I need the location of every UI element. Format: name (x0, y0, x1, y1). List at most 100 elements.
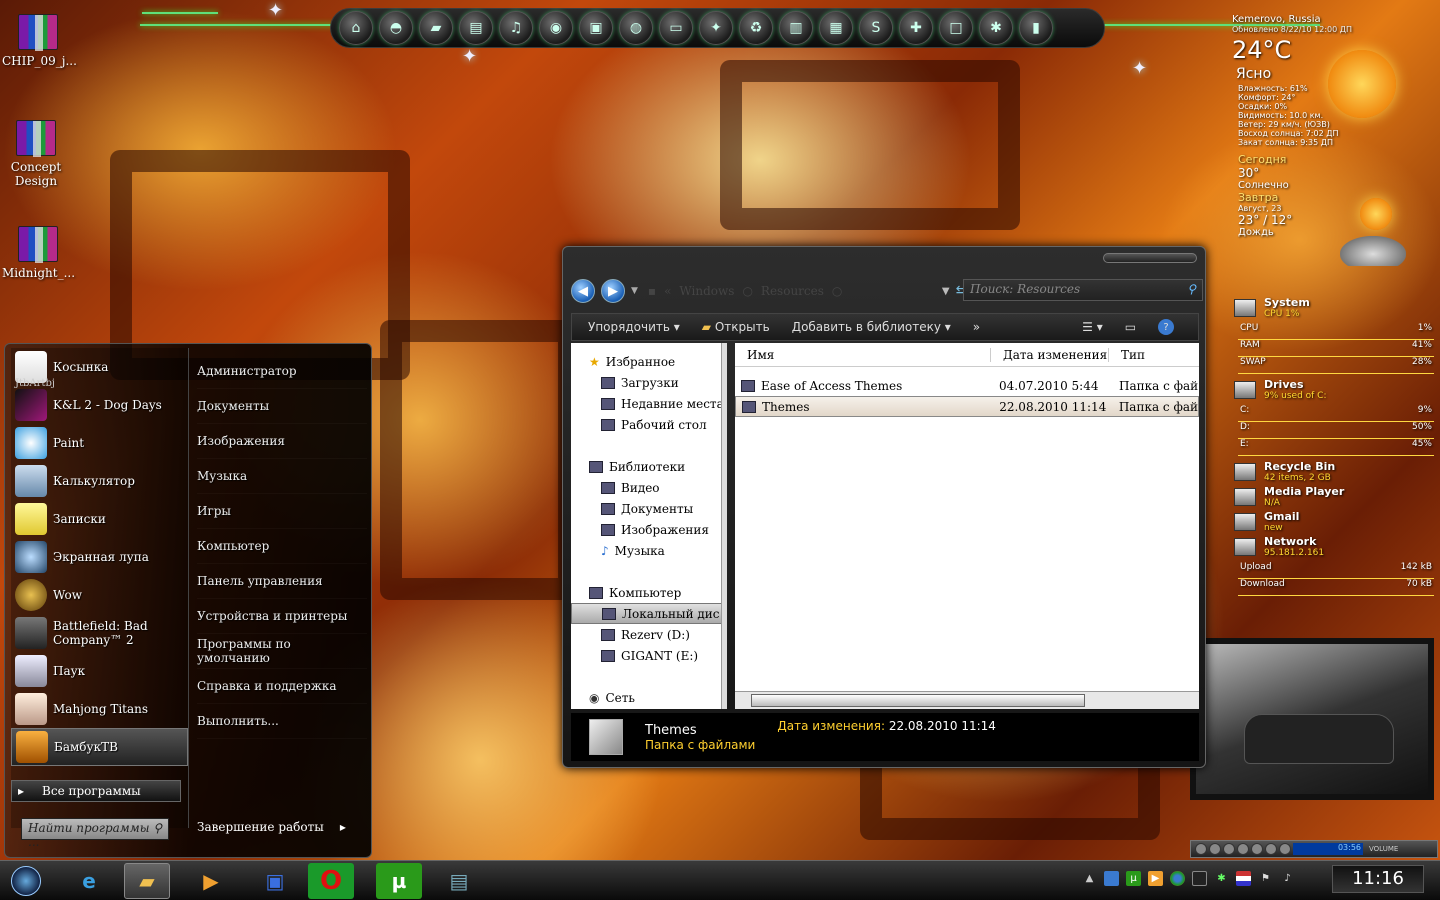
desktop-icon-concept-design[interactable]: Concept Design (0, 120, 72, 188)
volume-label[interactable]: VOLUME (1369, 845, 1398, 853)
start-item-computer[interactable]: Компьютер (197, 529, 367, 564)
nav-video[interactable]: Видео (571, 477, 727, 498)
taskbar-save[interactable]: ▣ (252, 863, 298, 899)
start-item-documents[interactable]: Документы (197, 389, 367, 424)
shuffle-button[interactable] (1265, 843, 1277, 855)
nav-local-disk[interactable]: Локальный дис (571, 603, 727, 624)
address-dropdown-icon[interactable]: ▼ (942, 286, 950, 297)
start-item-devices[interactable]: Устройства и принтеры (197, 599, 367, 634)
horizontal-scrollbar[interactable] (735, 691, 1199, 709)
nav-libraries[interactable]: Библиотеки (571, 456, 727, 477)
view-options-icon[interactable]: ☰ ▾ (1082, 320, 1103, 334)
column-name[interactable]: Имя (735, 347, 991, 362)
address-bar[interactable]: ▪ « Windows ○ Resources ○ (644, 280, 884, 302)
dock-disc-icon[interactable]: ◉ (539, 11, 573, 45)
nav-music[interactable]: ♪ Музыка (571, 540, 727, 561)
start-item-pictures[interactable]: Изображения (197, 424, 367, 459)
open-button[interactable]: ▰ Открыть (702, 320, 770, 334)
window-controls[interactable] (1103, 253, 1197, 263)
start-search-input[interactable]: Найти программы ... ⚲ (21, 818, 169, 849)
stop-button[interactable] (1237, 843, 1249, 855)
breadcrumb-windows[interactable]: Windows (679, 284, 734, 298)
dock-butterfly-icon[interactable]: ✦ (699, 11, 733, 45)
prev-button[interactable] (1195, 843, 1207, 855)
dock-film-icon[interactable]: ▦ (819, 11, 853, 45)
nav-rezerv[interactable]: Rezerv (D:) (571, 624, 727, 645)
add-to-library-button[interactable]: Добавить в библиотеку ▾ (792, 320, 951, 334)
start-item-run[interactable]: Выполнить... (197, 704, 367, 739)
taskbar-app[interactable]: ▤ (436, 863, 482, 899)
nav-network[interactable]: ◉ Сеть (571, 687, 727, 708)
dock-gear-icon[interactable]: ✱ (979, 11, 1013, 45)
all-programs-button[interactable]: ▸ Все программы (11, 780, 181, 802)
tray-action-center-icon[interactable]: ⚑ (1258, 871, 1273, 886)
start-item-games[interactable]: Игры (197, 494, 367, 529)
preview-pane-icon[interactable]: ▭ (1125, 320, 1136, 334)
start-item-control-panel[interactable]: Панель управления (197, 564, 367, 599)
help-icon[interactable]: ? (1158, 319, 1175, 335)
tray-app-icon[interactable] (1192, 871, 1207, 886)
nav-scrollbar[interactable] (721, 343, 727, 709)
program-bambuktv[interactable]: БамбукТВ (11, 728, 188, 766)
explorer-search-input[interactable]: Поиск: Resources ⚲ (963, 279, 1203, 301)
tray-expand-icon[interactable]: ▲ (1082, 871, 1097, 886)
taskbar-opera[interactable]: O (308, 863, 354, 899)
dock-folder-icon[interactable]: ▰ (419, 11, 453, 45)
program-mahjong[interactable]: Mahjong Titans (11, 690, 188, 728)
nav-downloads[interactable]: Загрузки (571, 372, 727, 393)
dock-globe-icon[interactable]: ◍ (619, 11, 653, 45)
nav-recent[interactable]: Недавние места (571, 393, 727, 414)
column-type[interactable]: Тип (1109, 348, 1145, 362)
start-orb[interactable] (4, 863, 48, 899)
nav-gigant[interactable]: GIGANT (E:) (571, 645, 727, 666)
dock-skype-icon[interactable]: S (859, 11, 893, 45)
scrollbar-thumb[interactable] (751, 694, 1085, 707)
dock-building-icon[interactable]: ▥ (779, 11, 813, 45)
tray-chrome-icon[interactable] (1170, 871, 1185, 886)
tray-language-icon[interactable] (1236, 871, 1251, 886)
tray-gear-icon[interactable]: ✱ (1214, 871, 1229, 886)
start-item-help[interactable]: Справка и поддержка (197, 669, 367, 704)
next-button[interactable] (1251, 843, 1263, 855)
taskbar-ie[interactable]: e (66, 863, 112, 899)
shutdown-button[interactable]: Завершение работы ▸ (197, 820, 346, 834)
forward-button[interactable]: ▶ (601, 279, 625, 303)
program-sticky-notes[interactable]: Записки (11, 500, 188, 538)
pause-button[interactable] (1223, 843, 1235, 855)
photo-slideshow-gadget[interactable] (1190, 638, 1434, 800)
more-commands-button[interactable]: » (973, 320, 980, 334)
play-button[interactable] (1209, 843, 1221, 855)
dock-battery-icon[interactable]: ▮ (1019, 11, 1053, 45)
program-paint[interactable]: Paint (11, 424, 188, 462)
dock-music-icon[interactable]: ♫ (499, 11, 533, 45)
dock-recycle-icon[interactable]: ♻ (739, 11, 773, 45)
program-wow[interactable]: Wow (11, 576, 188, 614)
back-button[interactable]: ◀ (571, 279, 595, 303)
nav-documents[interactable]: Документы (571, 498, 727, 519)
taskbar-clock[interactable]: 11:16 (1332, 865, 1424, 893)
program-spider[interactable]: Паук (11, 652, 188, 690)
file-row[interactable]: Ease of Access Themes 04.07.2010 5:44 Па… (735, 375, 1199, 396)
breadcrumb-resources[interactable]: Resources (761, 284, 824, 298)
tray-network-icon[interactable] (1104, 871, 1119, 886)
nav-computer[interactable]: Компьютер (571, 582, 727, 603)
nav-images[interactable]: Изображения (571, 519, 727, 540)
desktop-icon-midnight[interactable]: Midnight_... (2, 226, 75, 280)
program-battlefield[interactable]: Battlefield: Bad Company™ 2 (11, 614, 188, 652)
dock-house-icon[interactable]: ⌂ (339, 11, 373, 45)
program-calculator[interactable]: Калькулятор (11, 462, 188, 500)
dock-window-icon[interactable]: □ (939, 11, 973, 45)
organize-button[interactable]: Упорядочить ▾ (588, 320, 680, 334)
chevron-down-icon[interactable]: ▼ (631, 286, 638, 296)
repeat-button[interactable] (1279, 843, 1291, 855)
start-item-admin[interactable]: Администратор (197, 354, 367, 389)
taskbar-media[interactable]: ▶ (188, 863, 234, 899)
start-item-default-programs[interactable]: Программы по умолчанию (197, 634, 367, 669)
program-kl2[interactable]: K&L 2 - Dog Days (11, 386, 188, 424)
nav-favorites[interactable]: ★ Избранное (571, 351, 727, 372)
dock-drive-icon[interactable]: ▭ (659, 11, 693, 45)
desktop-icon-chip[interactable]: CHIP_09_j... (2, 14, 77, 68)
column-date[interactable]: Дата изменения (991, 347, 1109, 362)
nav-desktop[interactable]: Рабочий стол (571, 414, 727, 435)
program-magnifier[interactable]: Экранная лупа (11, 538, 188, 576)
